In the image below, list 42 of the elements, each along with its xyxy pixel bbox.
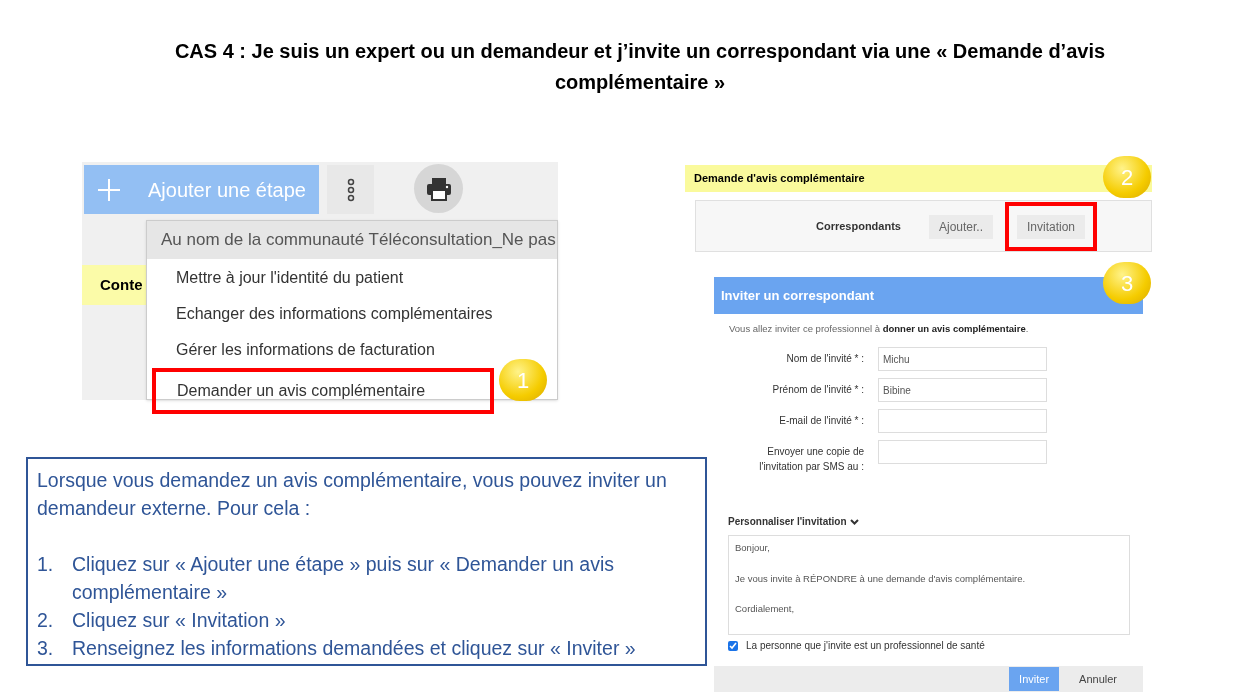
message-line: Bonjour,: [735, 541, 771, 556]
step-number-badge: 2: [1103, 156, 1151, 198]
step-number-badge: 3: [1103, 262, 1151, 304]
chevron-down-icon: [849, 518, 859, 525]
intro-text: Vous allez inviter ce professionnel à donner un avis complémentaire.: [728, 322, 1030, 336]
field-label: Nom de l'invité * :: [785, 352, 864, 367]
field-label: E-mail de l'invité * :: [778, 414, 864, 429]
message-line: Cordialement,: [735, 601, 796, 616]
message-line: Je vous invite à RÉPONDRE à une demande d'avis complémentaire.: [735, 571, 1027, 586]
instructions-text: Lorsque vous demandez un avis complémentaire, vous pouvez inviter un demandeur externe. Pour cela :: [37, 468, 668, 521]
slide-title: CAS 4 : Je suis un expert ou un demandeur et j’invite un correspondant via une « Demande d’avis complémentaire »: [173, 39, 1107, 95]
text-field[interactable]: Michu: [878, 347, 1047, 372]
menu-item[interactable]: Mettre à jour l'identité du patient: [147, 260, 557, 296]
menu-item[interactable]: Echanger des informations complémentaires: [147, 296, 557, 332]
text-field[interactable]: [878, 409, 1047, 434]
text-field[interactable]: Bibine: [878, 378, 1047, 403]
print-button[interactable]: [414, 164, 463, 213]
more-icon: [346, 177, 355, 202]
checkbox-label: La personne que j'invite est un professionnel de santé: [746, 639, 985, 654]
field-label: Envoyer une copie de l'invitation par SMS au :: [758, 445, 864, 475]
list-number: 3.: [37, 636, 55, 661]
list-number: 2.: [37, 608, 55, 633]
field-label: Prénom de l'invité * :: [771, 383, 864, 398]
more-options-button[interactable]: [327, 165, 374, 214]
message-field[interactable]: Bonjour, Je vous invite à RÉPONDRE à une demande d'avis complémentaire. Cordialement,: [728, 535, 1130, 636]
instruction-step: Cliquez sur « Ajouter une étape » puis sur « Demander un avis complémentaire »: [72, 550, 696, 606]
section-title: Conte: [100, 274, 143, 295]
menu-header: Au nom de la communauté Téléconsultation_Ne pas: [147, 221, 557, 259]
field-label: Correspondants: [816, 218, 901, 234]
instruction-step: Cliquez sur « Invitation »: [72, 606, 286, 634]
instruction-step: Renseignez les informations demandées et cliquez sur « Inviter »: [72, 634, 636, 662]
menu-item[interactable]: Demander un avis complémentaire: [152, 368, 494, 414]
toolbar-button[interactable]: Ajouter..: [928, 214, 993, 239]
printer-icon: [425, 176, 452, 201]
plus-icon: [98, 178, 120, 201]
checkbox[interactable]: [728, 640, 738, 651]
list-number: 1.: [37, 552, 55, 577]
text-field[interactable]: [878, 440, 1047, 465]
customize-toggle[interactable]: Personnaliser l'invitation: [728, 514, 859, 530]
cancel-button[interactable]: Annuler: [1069, 667, 1127, 692]
toolbar-button[interactable]: Invitation: [1017, 214, 1086, 239]
section-title: Demande d'avis complémentaire: [694, 171, 865, 187]
